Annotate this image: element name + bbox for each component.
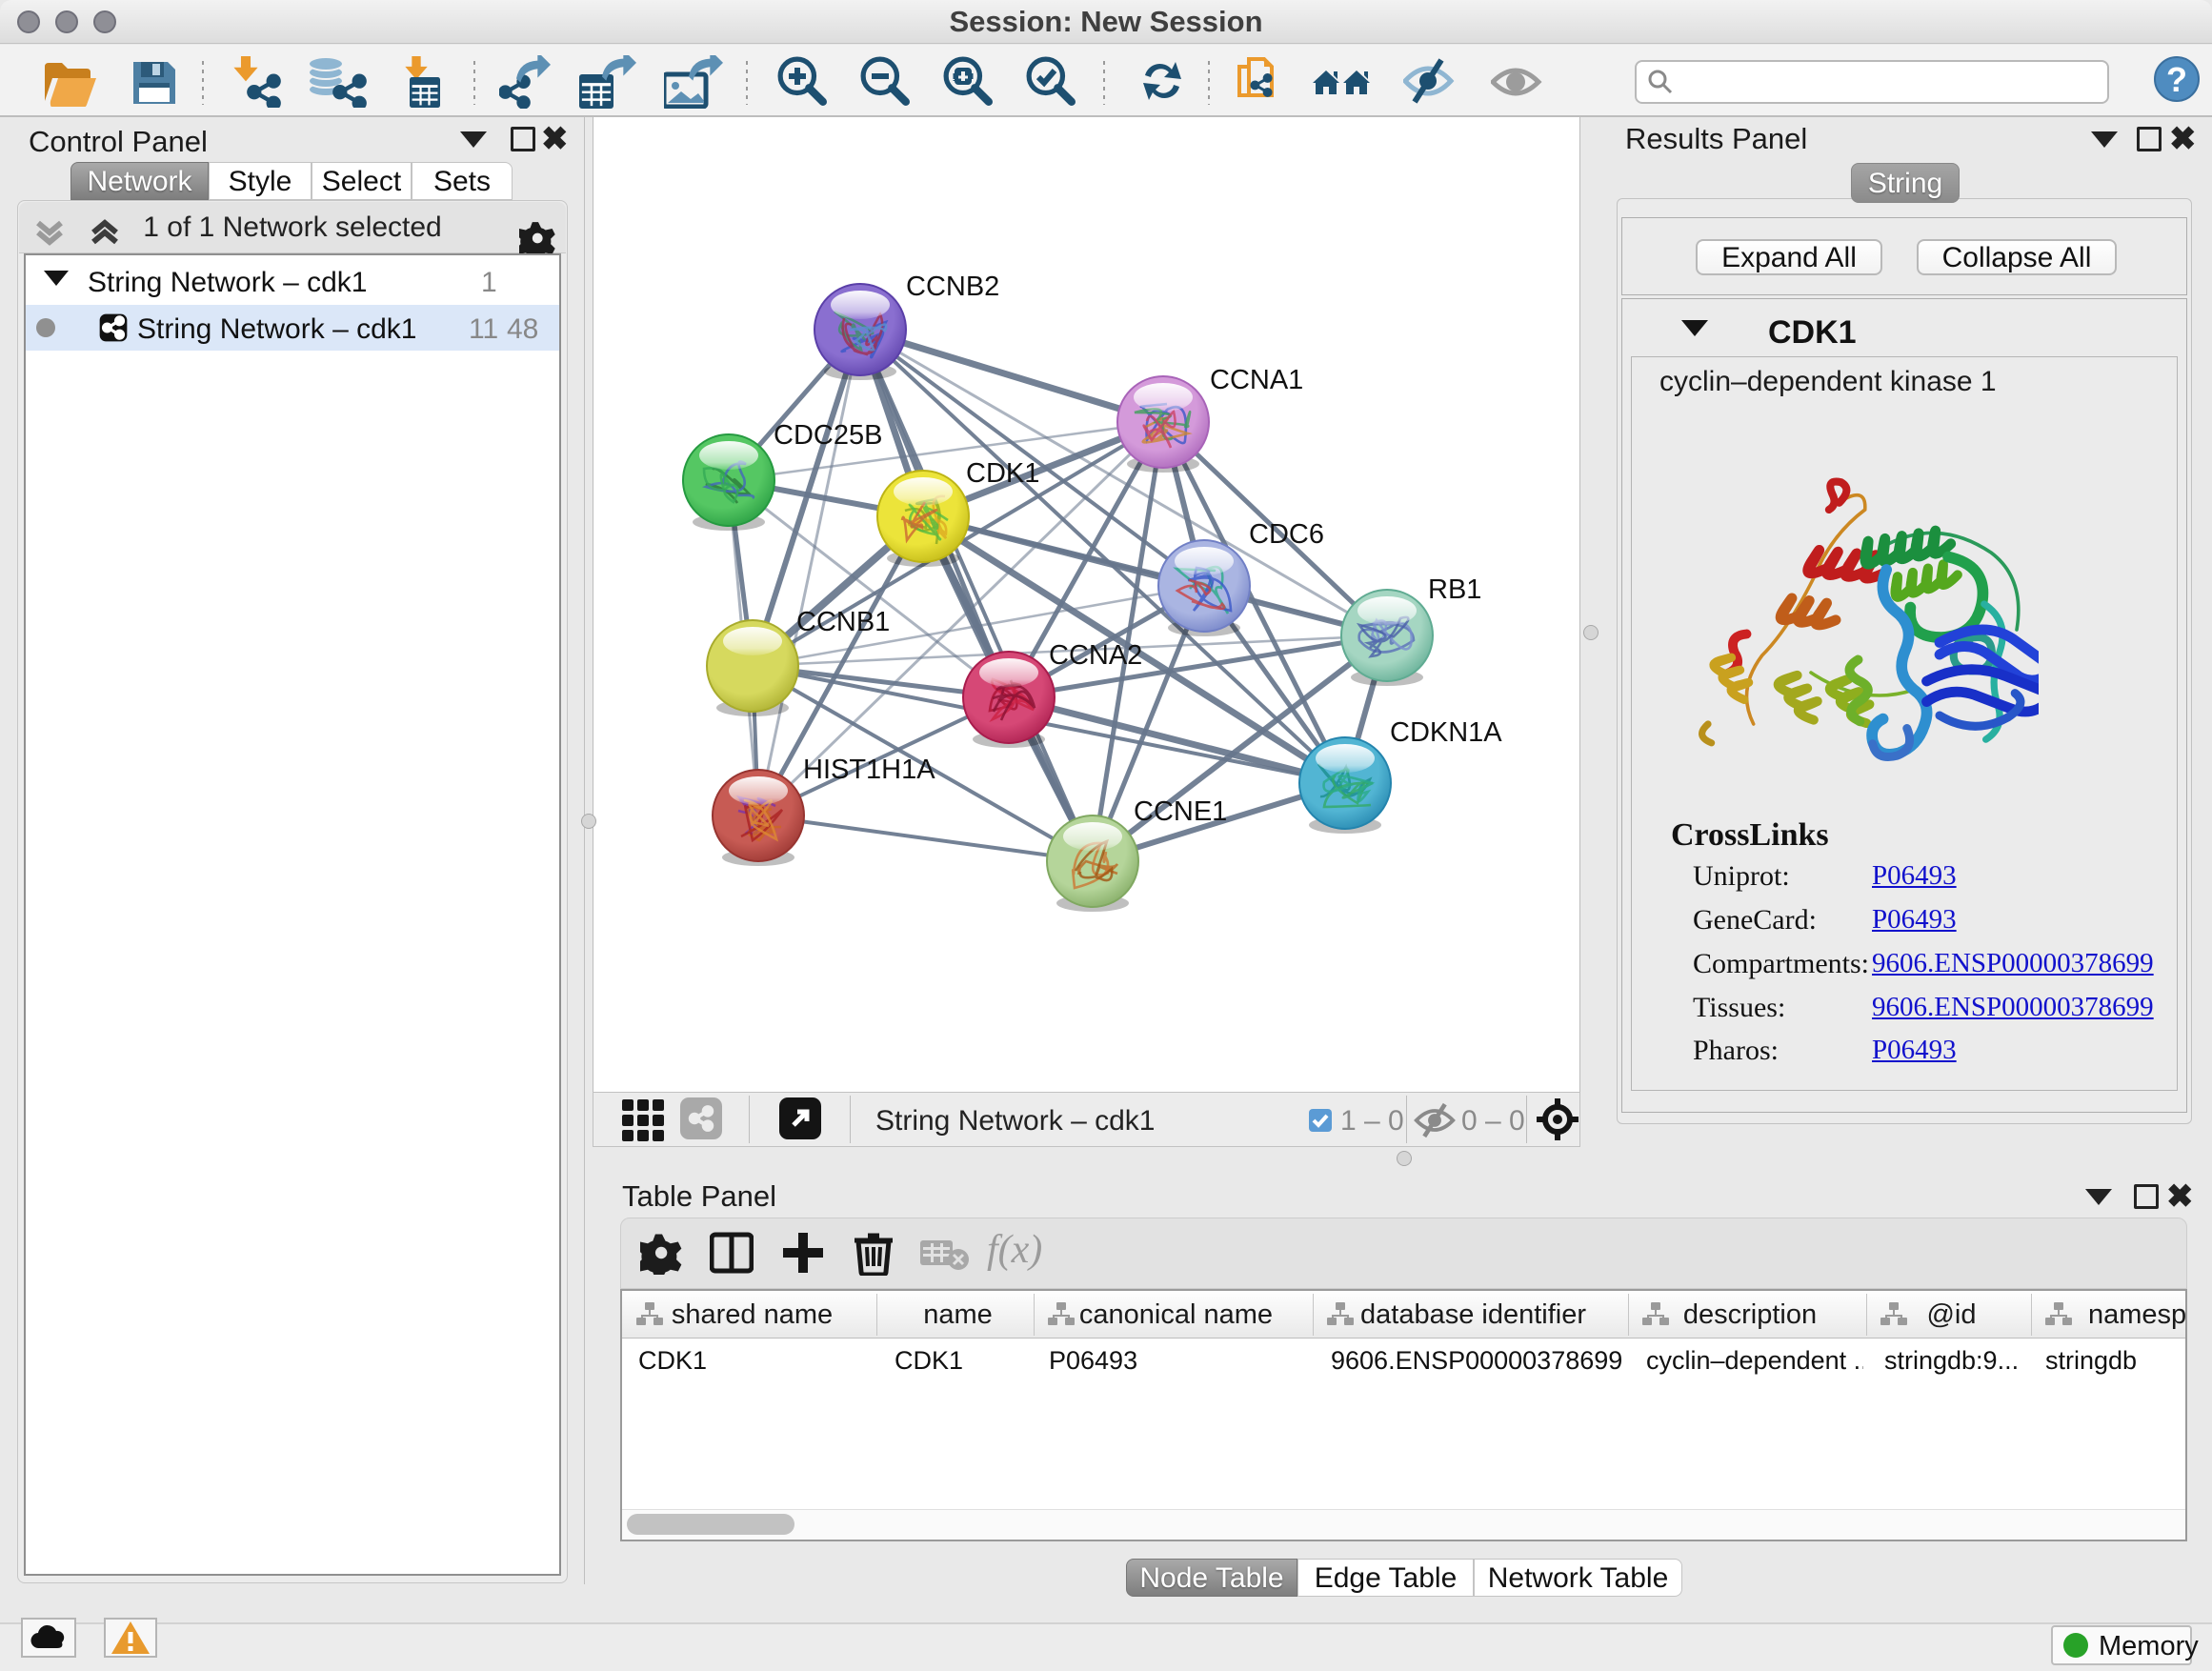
svg-text:CDC6: CDC6	[1249, 519, 1324, 550]
svg-text:CDKN1A: CDKN1A	[1390, 717, 1502, 748]
svg-text:CDC25B: CDC25B	[774, 420, 882, 451]
svg-text:RB1: RB1	[1428, 574, 1481, 605]
svg-text:HIST1H1A: HIST1H1A	[803, 755, 935, 785]
svg-text:CCNB2: CCNB2	[906, 272, 999, 302]
svg-text:CDK1: CDK1	[966, 458, 1039, 489]
svg-text:CCNA1: CCNA1	[1210, 365, 1303, 395]
svg-text:CCNA2: CCNA2	[1049, 640, 1142, 671]
svg-text:CCNB1: CCNB1	[796, 607, 890, 637]
svg-text:CCNE1: CCNE1	[1134, 796, 1227, 827]
